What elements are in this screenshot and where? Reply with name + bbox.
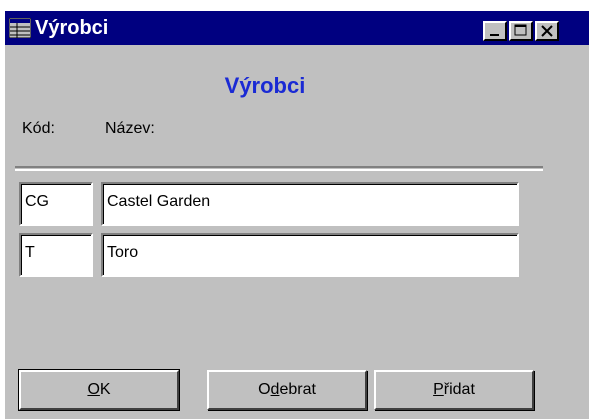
remove-button[interactable]: Odebrat [207,370,367,410]
name-field[interactable]: Castel Garden [101,182,519,226]
add-button-label-post: řidat [443,381,475,398]
code-field-value: T [25,244,35,261]
table-icon [9,18,31,38]
close-icon [541,25,553,37]
code-column-label: Kód: [22,120,55,137]
code-field[interactable]: CG [19,182,93,226]
name-field-value: Toro [107,244,139,261]
name-column-label: Název: [105,120,155,137]
maximize-button[interactable] [509,21,533,41]
title-bar[interactable]: Výrobci [5,11,589,45]
ok-button[interactable]: OK [18,369,180,411]
close-button[interactable] [535,21,559,41]
form-window: Výrobci Výrobci Kód: Název: CG Castel Ga… [5,11,589,419]
form-heading: Výrobci [224,73,306,98]
remove-button-label-pre: O [258,381,271,398]
add-button[interactable]: Přidat [374,370,534,410]
code-field-value: CG [25,193,49,210]
separator-highlight [15,169,543,171]
remove-button-label-post: ebrat [279,381,316,398]
window-title: Výrobci [35,17,109,39]
code-field[interactable]: T [19,233,93,277]
maximize-icon [514,24,527,36]
name-field-value: Castel Garden [107,193,211,210]
add-button-accesskey: P [433,381,444,398]
ok-button-label-post: K [99,381,111,398]
name-field[interactable]: Toro [101,233,519,277]
ok-button-accesskey: O [87,381,100,398]
minimize-icon [490,34,499,36]
minimize-button[interactable] [483,21,507,41]
separator [15,166,543,168]
